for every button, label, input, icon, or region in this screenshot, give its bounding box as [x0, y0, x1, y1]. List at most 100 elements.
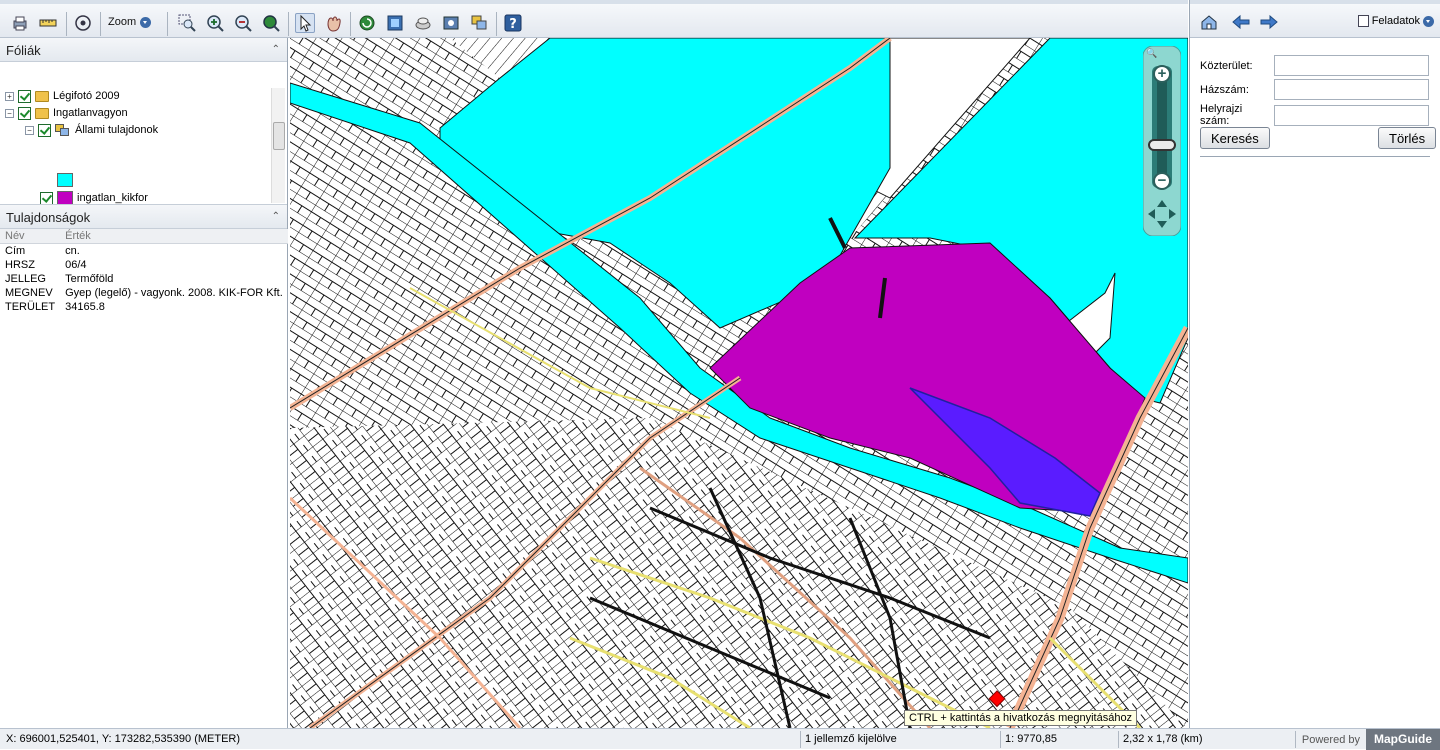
select-icon[interactable] — [295, 13, 315, 33]
prop-value: 06/4 — [65, 258, 87, 271]
layer-allami-tulajdonok[interactable]: − Állami tulajdonok — [25, 122, 158, 138]
parcel-number-input[interactable] — [1274, 104, 1429, 126]
overlay-icon[interactable] — [469, 13, 489, 33]
parcel-number-label: Helyrajzi szám: — [1200, 103, 1243, 127]
mapguide-logo: Powered by MapGuide — [1296, 729, 1440, 750]
layer-label: Ingatlanvagyon — [53, 107, 128, 119]
folder-icon — [35, 107, 49, 119]
layer-checkbox[interactable] — [38, 123, 51, 137]
layers-tree: + Légifotó 2009 − Ingatlanvagyon − Állam… — [0, 62, 287, 205]
print-icon[interactable] — [10, 13, 30, 33]
layer-checkbox[interactable] — [18, 106, 31, 120]
status-bar: X: 696001,525401, Y: 173282,535390 (METE… — [0, 728, 1440, 750]
layer-group-legifoto[interactable]: + Légifotó 2009 — [5, 88, 120, 104]
map-canvas[interactable]: 🔍 + − CTRL + kattintás a hivatkozás megn… — [290, 38, 1188, 728]
zoom-in-icon[interactable]: + — [1153, 65, 1171, 83]
theme-layer-icon — [55, 123, 71, 137]
chevron-down-icon — [1423, 15, 1434, 27]
house-number-label: Házszám: — [1200, 83, 1249, 96]
search-button[interactable]: Keresés — [1200, 127, 1270, 149]
table-row: JELLEG Termőföld — [0, 272, 288, 286]
layer-group-ingatlanvagyon[interactable]: − Ingatlanvagyon — [5, 105, 128, 121]
tasks-label: Feladatok — [1371, 15, 1420, 27]
map-navigation-control: 🔍 + − — [1142, 45, 1182, 237]
layers-panel-header: Fóliák ⌃ — [0, 38, 287, 62]
back-arrow-icon[interactable] — [1232, 14, 1250, 30]
scroll-thumb[interactable] — [273, 122, 285, 150]
layer-label: Állami tulajdonok — [75, 124, 159, 136]
map-drawing[interactable] — [290, 38, 1188, 728]
scale-readout: 1: 9770,85 — [1005, 733, 1057, 745]
zoom-out-icon[interactable]: − — [1153, 172, 1171, 190]
prop-name: Cím — [5, 244, 26, 257]
coordinates-readout: X: 696001,525401, Y: 173282,535390 (METE… — [6, 733, 241, 745]
table-row: Cím cn. — [0, 244, 288, 258]
layer-label: Légifotó 2009 — [53, 90, 120, 102]
selection-count: 1 jellemző kijelölve — [805, 733, 897, 745]
zoom-in-icon[interactable] — [205, 13, 225, 33]
legend-item-kikfor[interactable]: ingatlan_kikfor — [40, 190, 148, 204]
table-row: TERÜLET 34165.8 — [0, 300, 288, 314]
home-icon[interactable] — [1200, 13, 1218, 31]
house-number-input[interactable] — [1274, 79, 1429, 100]
tasks-menu[interactable]: Feladatok — [1357, 15, 1434, 27]
legend-swatch — [57, 191, 73, 204]
parcel-number-row: Helyrajzi szám: — [1200, 103, 1429, 127]
zoom-label: Zoom — [108, 16, 137, 28]
pan-icon[interactable] — [323, 13, 343, 33]
properties-panel-title: Tulajdonságok — [6, 210, 91, 225]
collapse-icon[interactable]: ⌃ — [272, 44, 280, 55]
collapse-tree-icon[interactable]: − — [25, 125, 34, 135]
layer-checkbox[interactable] — [40, 191, 53, 204]
map-tooltip: CTRL + kattintás a hivatkozás megnyitásá… — [904, 710, 1138, 726]
zoom-out-icon[interactable] — [233, 13, 253, 33]
layers-panel-title: Fóliák — [6, 43, 41, 58]
house-number-row: Házszám: — [1200, 79, 1429, 100]
street-row: Közterület: — [1200, 55, 1429, 76]
clear-button[interactable]: Törlés — [1378, 127, 1437, 149]
prop-value: Gyep (legelő) - vagyonk. 2008. KIK-FOR K… — [65, 286, 283, 299]
layers-scrollbar[interactable] — [271, 88, 285, 203]
chevron-down-icon — [140, 16, 152, 28]
task-pane-toolbar: Feladatok — [1190, 0, 1440, 38]
zoom-slider-handle[interactable] — [1148, 139, 1176, 151]
prop-name: TERÜLET — [5, 300, 56, 313]
measure-icon[interactable] — [38, 13, 58, 33]
task-pane: Feladatok Közterület: Házszám: Helyrajzi… — [1189, 0, 1440, 728]
prop-value: Termőföld — [65, 272, 114, 285]
prop-name: MEGNEV — [5, 286, 53, 299]
help-icon[interactable]: ? — [503, 13, 523, 33]
export-icon[interactable] — [441, 13, 461, 33]
map-size-readout: 2,32 x 1,78 (km) — [1123, 733, 1203, 745]
properties-table: Név Érték Cím cn. HRSZ 06/4 JELLEG Termőföl… — [0, 229, 288, 314]
collapse-icon[interactable]: ⌃ — [272, 211, 280, 222]
target-icon[interactable] — [73, 13, 93, 33]
collapse-tree-icon[interactable]: − — [5, 108, 14, 118]
expand-icon[interactable]: + — [5, 91, 14, 101]
main-toolbar: Zoom ? — [0, 0, 1188, 38]
legend-item-state — [57, 172, 77, 188]
pan-arrows-icon[interactable] — [1146, 198, 1178, 230]
zoom-extent-icon[interactable] — [261, 13, 281, 33]
street-input[interactable] — [1274, 55, 1429, 76]
selection-icon[interactable] — [413, 13, 433, 33]
prop-value: cn. — [65, 244, 80, 257]
zoom-rect-icon[interactable] — [177, 13, 197, 33]
forward-arrow-icon[interactable] — [1260, 14, 1278, 30]
zoom-menu[interactable]: Zoom — [108, 16, 152, 28]
prop-value: 34165.8 — [65, 300, 105, 313]
table-row: HRSZ 06/4 — [0, 258, 288, 272]
refresh-icon[interactable] — [357, 13, 377, 33]
table-row: MEGNEV Gyep (legelő) - vagyonk. 2008. KIK… — [0, 286, 288, 300]
buffer-icon[interactable] — [385, 13, 405, 33]
column-header-name: Név — [0, 229, 61, 244]
zoom-scale-icon[interactable]: 🔍 — [1146, 48, 1158, 58]
brand-text: MapGuide — [1365, 729, 1440, 750]
svg-text:?: ? — [509, 17, 517, 32]
left-sidebar: Fóliák ⌃ + Légifotó 2009 − Ingatlanvagyo… — [0, 38, 288, 728]
prop-name: JELLEG — [5, 272, 46, 285]
layer-checkbox[interactable] — [18, 89, 31, 103]
legend-swatch — [57, 173, 73, 187]
legend-label: ingatlan_kikfor — [77, 192, 148, 204]
column-header-value: Érték — [60, 229, 288, 244]
